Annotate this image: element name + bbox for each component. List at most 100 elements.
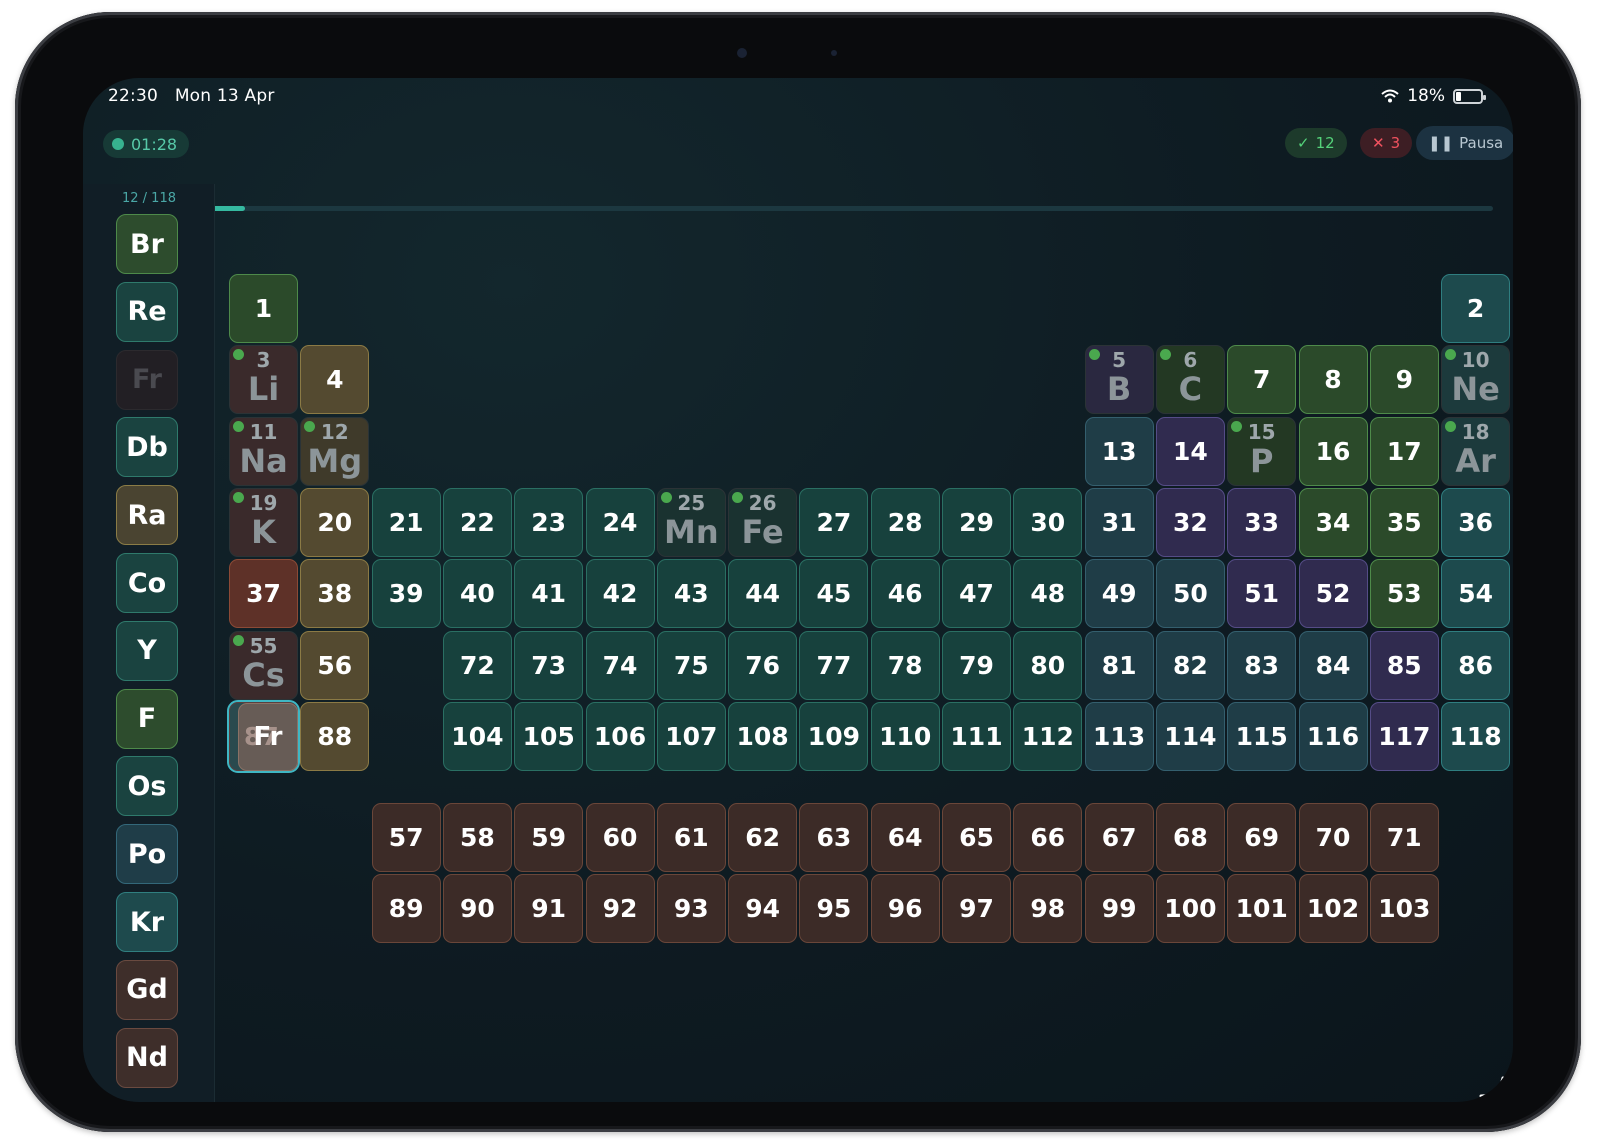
tray-element-co[interactable]: Co xyxy=(116,553,178,613)
element-slot[interactable]: 33 xyxy=(1227,487,1297,557)
element-slot[interactable]: 63 xyxy=(799,803,869,873)
element-slot[interactable]: 2 xyxy=(1441,274,1511,343)
element-cell-mg[interactable]: 12 Mg xyxy=(300,416,370,486)
element-slot[interactable]: 57 xyxy=(371,803,441,873)
element-slot[interactable]: 91 xyxy=(514,874,584,944)
element-slot[interactable]: 70 xyxy=(1298,803,1368,873)
element-slot[interactable]: 100 xyxy=(1155,874,1225,944)
element-slot[interactable]: 44 xyxy=(728,559,798,629)
element-slot[interactable]: 59 xyxy=(514,803,584,873)
element-slot[interactable]: 23 xyxy=(514,487,584,557)
tray-element-re[interactable]: Re xyxy=(116,281,178,342)
element-slot[interactable]: 73 xyxy=(514,630,584,700)
element-slot[interactable]: 108 xyxy=(728,701,798,771)
element-slot[interactable]: 49 xyxy=(1084,559,1154,629)
element-slot[interactable]: 16 xyxy=(1298,416,1368,486)
tray-element-os[interactable]: Os xyxy=(116,756,178,817)
element-slot[interactable]: 52 xyxy=(1298,559,1368,629)
element-cell-li[interactable]: 3 Li xyxy=(229,345,298,415)
tray-element-db[interactable]: Db xyxy=(116,417,178,478)
element-slot[interactable]: 8 xyxy=(1298,345,1368,415)
element-slot[interactable]: 99 xyxy=(1084,874,1154,944)
element-slot[interactable]: 102 xyxy=(1298,874,1368,944)
element-slot[interactable]: 45 xyxy=(799,559,869,629)
element-slot[interactable]: 71 xyxy=(1369,803,1439,873)
element-slot[interactable]: 66 xyxy=(1013,803,1083,873)
element-slot[interactable]: 32 xyxy=(1155,487,1225,557)
element-slot[interactable]: 42 xyxy=(585,559,655,629)
element-slot[interactable]: 7 xyxy=(1227,345,1297,415)
element-slot[interactable]: 61 xyxy=(656,803,726,873)
element-slot[interactable]: 116 xyxy=(1298,701,1368,771)
element-slot[interactable]: 41 xyxy=(514,559,584,629)
element-slot[interactable]: 38 xyxy=(300,559,370,629)
element-slot[interactable]: 29 xyxy=(942,487,1011,557)
element-slot[interactable]: 67 xyxy=(1084,803,1154,873)
element-slot[interactable]: 64 xyxy=(870,803,940,873)
element-slot[interactable]: 97 xyxy=(942,874,1011,944)
element-slot[interactable]: 14 xyxy=(1155,416,1225,486)
element-slot[interactable]: 83 xyxy=(1227,630,1297,700)
element-slot[interactable]: 86 xyxy=(1441,630,1511,700)
tray-element-ra[interactable]: Ra xyxy=(116,485,178,546)
element-slot[interactable]: 36 xyxy=(1441,487,1511,557)
tray-element-f[interactable]: F xyxy=(116,688,178,749)
element-slot[interactable]: 27 xyxy=(799,487,869,557)
element-cell-k[interactable]: 19 K xyxy=(229,487,298,557)
tray-element-kr[interactable]: Kr xyxy=(116,892,178,952)
element-slot[interactable]: 89 xyxy=(371,874,441,944)
element-cell-ar[interactable]: 18 Ar xyxy=(1441,416,1511,486)
element-slot[interactable]: 62 xyxy=(728,803,798,873)
element-slot[interactable]: 28 xyxy=(870,487,940,557)
element-cell-fe[interactable]: 26 Fe xyxy=(728,487,798,557)
element-slot[interactable]: 93 xyxy=(656,874,726,944)
element-slot[interactable]: 117 xyxy=(1369,701,1439,771)
element-slot[interactable]: 72 xyxy=(442,630,512,700)
element-slot[interactable]: 51 xyxy=(1227,559,1297,629)
element-slot[interactable]: 92 xyxy=(585,874,655,944)
element-slot[interactable]: 1 xyxy=(229,274,298,343)
element-slot[interactable]: 95 xyxy=(799,874,869,944)
element-slot[interactable]: 81 xyxy=(1084,630,1154,700)
element-slot[interactable]: 60 xyxy=(585,803,655,873)
element-slot[interactable]: 84 xyxy=(1298,630,1368,700)
element-slot[interactable]: 88 xyxy=(300,701,370,771)
element-slot[interactable]: 69 xyxy=(1227,803,1297,873)
element-slot[interactable]: 105 xyxy=(514,701,584,771)
element-slot[interactable]: 34 xyxy=(1298,487,1368,557)
element-slot[interactable]: 103 xyxy=(1369,874,1439,944)
element-tray[interactable]: 12 / 118 Br Re Fr Db Ra Co Y F Os Po Kr Gd Nd xyxy=(83,184,215,1102)
element-slot[interactable]: 98 xyxy=(1013,874,1083,944)
element-slot[interactable]: 50 xyxy=(1155,559,1225,629)
element-slot[interactable]: 79 xyxy=(942,630,1011,700)
element-cell-c[interactable]: 6C xyxy=(1155,345,1225,415)
element-slot[interactable]: 56 xyxy=(300,630,370,700)
element-slot[interactable]: 22 xyxy=(442,487,512,557)
element-slot[interactable]: 96 xyxy=(870,874,940,944)
element-slot[interactable]: 13 xyxy=(1084,416,1154,486)
tray-element-fr[interactable]: Fr xyxy=(116,349,178,410)
element-slot[interactable]: 46 xyxy=(870,559,940,629)
element-slot[interactable]: 112 xyxy=(1013,701,1083,771)
tray-element-y[interactable]: Y xyxy=(116,620,178,681)
element-cell-b[interactable]: 5B xyxy=(1084,345,1154,415)
element-slot[interactable]: 75 xyxy=(656,630,726,700)
element-slot[interactable]: 65 xyxy=(942,803,1011,873)
tray-element-po[interactable]: Po xyxy=(116,824,178,885)
element-slot[interactable]: 101 xyxy=(1227,874,1297,944)
element-slot[interactable]: 30 xyxy=(1013,487,1083,557)
element-slot[interactable]: 68 xyxy=(1155,803,1225,873)
element-slot[interactable]: 118 xyxy=(1441,701,1511,771)
element-slot[interactable]: 107 xyxy=(656,701,726,771)
pause-button[interactable]: ❚❚ Pausa xyxy=(1416,126,1513,160)
element-slot[interactable]: 39 xyxy=(371,559,441,629)
element-slot[interactable]: 77 xyxy=(799,630,869,700)
tray-element-br[interactable]: Br xyxy=(116,214,178,274)
element-slot[interactable]: 58 xyxy=(442,803,512,873)
element-slot[interactable]: 40 xyxy=(442,559,512,629)
element-slot[interactable]: 31 xyxy=(1084,487,1154,557)
tray-element-nd[interactable]: Nd xyxy=(116,1027,178,1088)
element-slot[interactable]: 37 xyxy=(229,559,298,629)
tray-element-gd[interactable]: Gd xyxy=(116,959,178,1020)
element-slot[interactable]: 78 xyxy=(870,630,940,700)
